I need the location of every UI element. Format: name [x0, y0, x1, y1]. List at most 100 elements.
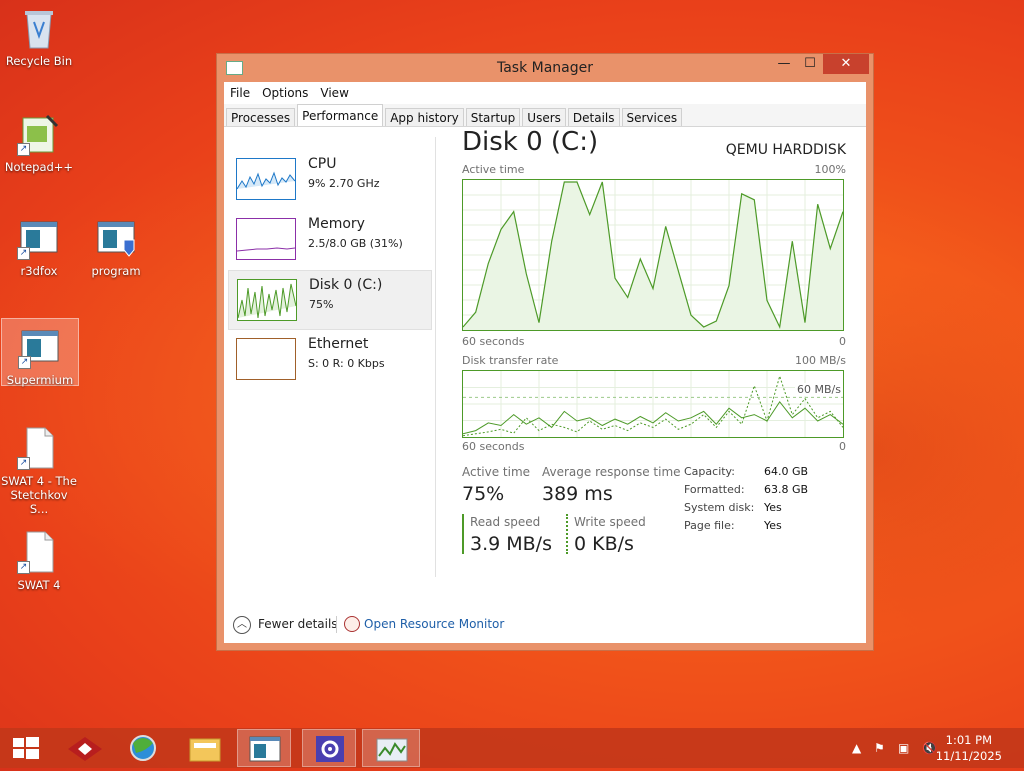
perf-item-sub: S: 0 R: 0 Kbps — [308, 357, 385, 370]
close-button[interactable]: ✕ — [823, 54, 869, 74]
red-app-icon — [68, 737, 102, 761]
tab-strip: Processes Performance App history Startu… — [224, 104, 866, 127]
desktop-icon-recycle-bin[interactable]: Recycle Bin — [1, 6, 77, 68]
active-time-graph — [462, 179, 844, 331]
read-speed-label: Read speed — [470, 515, 541, 529]
chevron-up-icon[interactable]: ︿ — [233, 616, 251, 634]
fewer-details-link[interactable]: Fewer details — [258, 617, 338, 631]
notepadpp-icon: ↗ — [17, 112, 61, 156]
performance-list: CPU 9% 2.70 GHz Memory 2.5/8.0 GB (31%) … — [224, 127, 432, 577]
active-time-chart — [462, 180, 844, 330]
ethernet-thumbnail — [236, 338, 296, 380]
perf-item-name: CPU — [308, 156, 337, 172]
desktop-icon-program[interactable]: program — [78, 216, 154, 278]
system-disk-label: System disk: — [684, 501, 755, 514]
transfer-rate-graph-label: Disk transfer rate — [462, 354, 559, 367]
perf-item-name: Ethernet — [308, 336, 369, 352]
avg-response-value: 389 ms — [542, 483, 613, 505]
file-icon: ↗ — [17, 530, 61, 574]
write-speed-label: Write speed — [574, 515, 646, 529]
desktop-icon-r3dfox[interactable]: ↗ r3dfox — [1, 216, 77, 278]
program-icon — [94, 216, 138, 260]
show-hidden-icons-button[interactable]: ▲ — [852, 741, 861, 755]
memory-thumbnail — [236, 218, 296, 260]
task-manager-window[interactable]: Task Manager — ☐ ✕ File Options View Pro… — [216, 53, 874, 651]
taskbar-task-manager[interactable] — [362, 729, 420, 767]
maximize-button[interactable]: ☐ — [797, 54, 823, 74]
volume-mute-icon[interactable]: 🔇 — [922, 741, 937, 755]
disk-detail-pane: Disk 0 (C:) QEMU HARDDISK Active time 10… — [462, 127, 852, 577]
active-time-graph-xlabel-left: 60 seconds — [462, 335, 525, 348]
menu-bar: File Options View — [224, 82, 866, 104]
perf-item-name: Memory — [308, 216, 365, 232]
taskbar-browser[interactable] — [116, 729, 170, 767]
tab-services[interactable]: Services — [621, 108, 683, 126]
tab-app-history[interactable]: App history — [385, 108, 464, 126]
active-time-value: 75% — [462, 483, 505, 505]
menu-options[interactable]: Options — [262, 86, 308, 100]
tab-performance[interactable]: Performance — [297, 104, 384, 126]
formatted-value: 63.8 GB — [764, 483, 809, 496]
page-file-label: Page file: — [684, 519, 735, 532]
browser-globe-icon — [130, 735, 156, 761]
write-speed-value: 0 KB/s — [574, 533, 634, 555]
desktop-icon-label: Recycle Bin — [5, 54, 73, 68]
transfer-rate-chart — [462, 371, 844, 437]
desktop-icon-label: SWAT 4 - The Stetchkov S... — [1, 474, 77, 516]
tab-details[interactable]: Details — [567, 108, 620, 126]
menu-file[interactable]: File — [230, 86, 250, 100]
file-icon: ↗ — [17, 426, 61, 470]
desktop-icon-swat4[interactable]: ↗ SWAT 4 — [1, 530, 77, 592]
client-area: File Options View Processes Performance … — [224, 82, 866, 643]
menu-view[interactable]: View — [320, 86, 348, 100]
recycle-bin-icon — [17, 6, 61, 50]
pane-divider[interactable] — [435, 137, 436, 577]
action-center-icon[interactable]: ⚑ — [874, 741, 885, 755]
minimize-button[interactable]: — — [771, 54, 797, 74]
taskbar-app-1[interactable] — [58, 729, 112, 767]
clock-date: 11/11/2025 — [935, 749, 1002, 763]
r3dfox-icon: ↗ — [17, 216, 61, 260]
perf-item-memory[interactable]: Memory 2.5/8.0 GB (31%) — [228, 210, 430, 268]
start-button[interactable] — [0, 729, 54, 767]
write-speed-indicator — [566, 514, 568, 554]
desktop-icon-notepadpp[interactable]: ↗ Notepad++ — [1, 112, 77, 174]
system-disk-value: Yes — [764, 501, 782, 514]
tab-processes[interactable]: Processes — [226, 108, 296, 126]
gear-icon — [316, 736, 344, 762]
desktop-icon-label: program — [91, 264, 141, 278]
task-manager-icon — [376, 738, 408, 762]
desktop-icon-label: Supermium — [6, 373, 74, 387]
network-icon[interactable]: ▣ — [898, 741, 909, 755]
title-bar[interactable]: Task Manager — ☐ ✕ — [217, 54, 873, 82]
perf-item-cpu[interactable]: CPU 9% 2.70 GHz — [228, 150, 430, 208]
desktop-icon-supermium[interactable]: ↗ Supermium — [1, 318, 79, 387]
taskbar-clock[interactable]: 1:01 PM 11/11/2025 — [936, 732, 1002, 764]
perf-item-ethernet[interactable]: Ethernet S: 0 R: 0 Kbps — [228, 330, 430, 388]
transfer-rate-graph-mid: 60 MB/s — [795, 383, 843, 396]
transfer-rate-graph-xlabel-left: 60 seconds — [462, 440, 525, 453]
transfer-rate-graph-max: 100 MB/s — [795, 354, 846, 367]
taskbar: ▲ ⚑ ▣ 🔇 1:01 PM 11/11/2025 — [0, 728, 1024, 768]
taskbar-settings-app[interactable] — [302, 729, 356, 767]
desktop-icon-swat4-stetchkov[interactable]: ↗ SWAT 4 - The Stetchkov S... — [1, 426, 77, 516]
perf-item-sub: 75% — [309, 298, 334, 311]
taskbar-file-explorer[interactable] — [178, 729, 232, 767]
avg-response-label: Average response time — [542, 465, 681, 479]
open-resource-monitor-link[interactable]: Open Resource Monitor — [364, 617, 504, 631]
perf-item-disk[interactable]: Disk 0 (C:) 75% — [228, 270, 432, 330]
read-speed-indicator — [462, 514, 464, 554]
formatted-label: Formatted: — [684, 483, 745, 496]
active-time-graph-max: 100% — [814, 163, 846, 176]
perf-item-sub: 9% 2.70 GHz — [308, 177, 380, 190]
active-time-graph-label: Active time — [462, 163, 525, 176]
footer-bar: ︿ Fewer details Open Resource Monitor — [224, 607, 866, 643]
taskbar-window-app[interactable] — [237, 729, 291, 767]
tab-users[interactable]: Users — [522, 108, 566, 126]
page-file-value: Yes — [764, 519, 782, 532]
capacity-label: Capacity: — [684, 465, 735, 478]
capacity-value: 64.0 GB — [764, 465, 809, 478]
desktop-icon-label: SWAT 4 — [17, 578, 61, 592]
supermium-icon: ↗ — [18, 325, 62, 369]
tab-startup[interactable]: Startup — [465, 108, 521, 126]
